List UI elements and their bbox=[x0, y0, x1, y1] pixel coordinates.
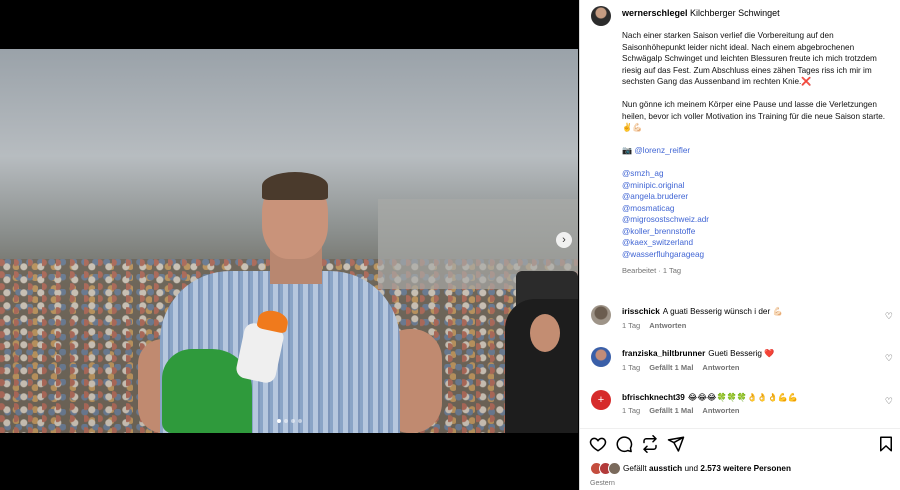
heart-icon[interactable] bbox=[589, 435, 607, 453]
carousel-dot bbox=[284, 419, 288, 423]
post-side-panel: wernerschlegel Kilchberger Schwinget Nac… bbox=[579, 0, 900, 490]
liker-avatars bbox=[590, 462, 621, 475]
comment-item: + bfrischknecht39 😂😂😂🍀🍀🍀👌👌👌💪💪 1 Tag Gefäll… bbox=[580, 388, 900, 428]
post-media: › bbox=[0, 0, 578, 490]
post-header: wernerschlegel Kilchberger Schwinget bbox=[580, 0, 900, 30]
caption-meta: Bearbeitet · 1 Tag bbox=[622, 266, 682, 275]
commenter-username[interactable]: franziska_hiltbrunner bbox=[622, 349, 705, 358]
comment-icon[interactable] bbox=[615, 435, 633, 453]
comment-time: 1 Tag bbox=[622, 406, 641, 415]
author-username[interactable]: wernerschlegel bbox=[622, 8, 688, 18]
comment-text: Gueti Besserig ❤️ bbox=[708, 349, 775, 358]
heart-icon[interactable]: ♡ bbox=[885, 396, 893, 407]
liker-avatar bbox=[608, 462, 621, 475]
post-date[interactable]: Gestern bbox=[590, 480, 615, 487]
likes-summary: Gefällt ausstich und 2.573 weitere Perso… bbox=[590, 462, 791, 475]
author-avatar[interactable] bbox=[591, 6, 611, 26]
liker-username[interactable]: ausstich bbox=[649, 464, 682, 473]
comment-time: 1 Tag bbox=[622, 321, 641, 330]
mention-video-credit[interactable]: 📷 @lorenz_reifler bbox=[622, 145, 892, 157]
post-photo[interactable] bbox=[0, 49, 578, 433]
share-icon[interactable] bbox=[641, 435, 659, 453]
commenter-username[interactable]: irisschick bbox=[622, 307, 660, 316]
reply-button[interactable]: Antworten bbox=[649, 321, 686, 330]
commenter-username[interactable]: bfrischknecht39 bbox=[622, 393, 685, 402]
post-header-text: wernerschlegel Kilchberger Schwinget bbox=[622, 8, 780, 18]
commenter-avatar[interactable] bbox=[591, 347, 611, 367]
reply-button[interactable]: Antworten bbox=[702, 406, 739, 415]
mention-link[interactable]: @minipic.original bbox=[622, 180, 892, 192]
heart-icon[interactable]: ♡ bbox=[885, 311, 893, 322]
comments-scroll-area[interactable]: Nach einer starken Saison verlief die Vo… bbox=[580, 30, 900, 428]
post-location[interactable]: Kilchberger Schwinget bbox=[690, 8, 780, 18]
carousel-dot bbox=[298, 419, 302, 423]
post-actions-bar bbox=[580, 435, 900, 455]
commenter-avatar[interactable]: + bbox=[591, 390, 611, 410]
bookmark-icon[interactable] bbox=[877, 435, 895, 453]
commenter-avatar[interactable] bbox=[591, 305, 611, 325]
mention-link[interactable]: @kaex_switzerland bbox=[622, 237, 892, 249]
comment-likes[interactable]: Gefällt 1 Mal bbox=[649, 363, 693, 372]
comment-item: franziska_hiltbrunner Gueti Besserig ❤️ 1… bbox=[580, 345, 900, 385]
mention-list: @smzh_ag @minipic.original @angela.brude… bbox=[622, 168, 892, 260]
comment-text: A guati Besserig wünsch i der 💪🏻 bbox=[662, 307, 783, 316]
likes-prefix: Gefällt bbox=[623, 464, 647, 473]
panel-divider bbox=[580, 428, 900, 429]
comment-text: 😂😂😂🍀🍀🍀👌👌👌💪💪 bbox=[687, 393, 799, 402]
carousel-dot bbox=[291, 419, 295, 423]
wrestler-hair bbox=[262, 172, 328, 200]
chevron-right-icon[interactable]: › bbox=[556, 232, 572, 248]
reply-button[interactable]: Antworten bbox=[702, 363, 739, 372]
mention-link[interactable]: @wasserfluhgarageag bbox=[622, 249, 892, 261]
comment-item: irisschick A guati Besserig wünsch i der … bbox=[580, 303, 900, 343]
mention-link[interactable]: @smzh_ag bbox=[622, 168, 892, 180]
mention-link[interactable]: @mosmaticag bbox=[622, 203, 892, 215]
caption-paragraph-1: Nach einer starken Saison verlief die Vo… bbox=[622, 31, 877, 86]
cameraman-head bbox=[530, 314, 560, 352]
send-icon[interactable] bbox=[667, 435, 685, 453]
post-caption: Nach einer starken Saison verlief die Vo… bbox=[622, 30, 892, 277]
caption-paragraph-2: Nun gönne ich meinem Körper eine Pause u… bbox=[622, 100, 886, 132]
comment-likes[interactable]: Gefällt 1 Mal bbox=[649, 406, 693, 415]
mention-link[interactable]: @migrosostschweiz.adr bbox=[622, 214, 892, 226]
mention-link[interactable]: @koller_brennstoffe bbox=[622, 226, 892, 238]
heart-icon[interactable]: ♡ bbox=[885, 353, 893, 364]
carousel-dot bbox=[277, 419, 281, 423]
mention-link[interactable]: @angela.bruderer bbox=[622, 191, 892, 203]
likes-count[interactable]: 2.573 weitere Personen bbox=[700, 464, 791, 473]
carousel-dots bbox=[277, 419, 302, 423]
comment-time: 1 Tag bbox=[622, 363, 641, 372]
likes-connector: und bbox=[684, 464, 699, 473]
